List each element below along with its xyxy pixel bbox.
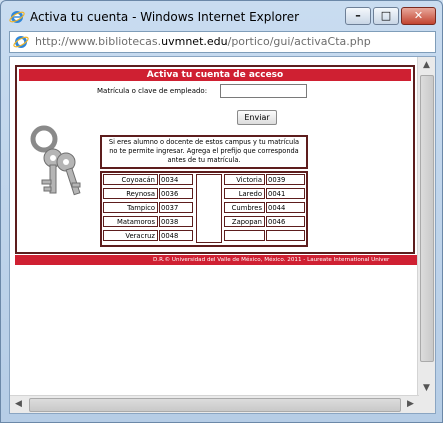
- campus-name: Veracruz: [103, 230, 158, 241]
- campus-prefix: 0036: [159, 188, 193, 199]
- vertical-scroll-thumb[interactable]: [420, 75, 434, 362]
- send-button[interactable]: Enviar: [237, 110, 277, 125]
- empty-cell: [266, 230, 305, 241]
- campus-prefix: 0034: [159, 174, 193, 185]
- campus-name: Zapopan: [224, 216, 265, 227]
- campus-prefix: 0039: [266, 174, 305, 185]
- maximize-icon: □: [380, 9, 392, 22]
- campus-name: Reynosa: [103, 188, 158, 199]
- matricula-label: Matrícula o clave de empleado:: [97, 87, 208, 95]
- minimize-icon: –: [355, 9, 361, 22]
- matricula-input[interactable]: [220, 84, 307, 98]
- minimize-button[interactable]: –: [345, 7, 371, 25]
- scroll-left-icon[interactable]: ◀: [10, 396, 27, 413]
- campus-prefix: 0038: [159, 216, 193, 227]
- spacer-cell: [196, 174, 222, 243]
- campus-name: Coyoacán: [103, 174, 158, 185]
- window-title: Activa tu cuenta - Windows Internet Expl…: [30, 10, 300, 24]
- horizontal-scroll-thumb[interactable]: [29, 398, 401, 412]
- vertical-scrollbar[interactable]: ▲ ▼: [417, 57, 435, 397]
- empty-cell: [224, 230, 265, 241]
- url-text[interactable]: http://www.bibliotecas.uvmnet.edu/portic…: [35, 35, 371, 48]
- scroll-corner: [418, 396, 435, 413]
- ie-icon: [9, 11, 25, 23]
- browser-window: Activa tu cuenta - Windows Internet Expl…: [0, 0, 443, 423]
- close-icon: ✕: [413, 9, 424, 22]
- close-button[interactable]: ✕: [401, 7, 436, 25]
- scroll-up-icon[interactable]: ▲: [418, 57, 435, 74]
- campus-name: Cumbres: [224, 202, 265, 213]
- campus-prefix: 0046: [266, 216, 305, 227]
- page-footer: D.R.© Universidad del Valle de México, M…: [15, 255, 435, 265]
- maximize-button[interactable]: □: [373, 7, 399, 25]
- address-bar[interactable]: http://www.bibliotecas.uvmnet.edu/portic…: [9, 31, 436, 53]
- campus-prefix: 0048: [159, 230, 193, 241]
- campus-prefix: 0037: [159, 202, 193, 213]
- campus-prefix-table: Coyoacán 0034 Reynosa 0036 Tampico 0037 …: [100, 171, 308, 247]
- campus-name: Matamoros: [103, 216, 158, 227]
- page-icon: [13, 36, 29, 48]
- campus-name: Laredo: [224, 188, 265, 199]
- title-bar: Activa tu cuenta - Windows Internet Expl…: [1, 1, 442, 31]
- horizontal-scrollbar[interactable]: ◀ ▶: [10, 395, 419, 413]
- page-viewport: Activa tu cuenta de acceso Matrícula o c…: [9, 56, 436, 414]
- campus-prefix: 0041: [266, 188, 305, 199]
- activation-panel: Activa tu cuenta de acceso Matrícula o c…: [15, 65, 415, 254]
- keys-icon: [30, 125, 81, 196]
- scroll-right-icon[interactable]: ▶: [402, 396, 419, 413]
- campus-info-text: Si eres alumno o docente de estos campus…: [100, 135, 308, 169]
- campus-name: Tampico: [103, 202, 158, 213]
- campus-name: Victoria: [224, 174, 265, 185]
- panel-heading: Activa tu cuenta de acceso: [19, 69, 411, 81]
- scroll-down-icon[interactable]: ▼: [418, 380, 435, 397]
- campus-prefix: 0044: [266, 202, 305, 213]
